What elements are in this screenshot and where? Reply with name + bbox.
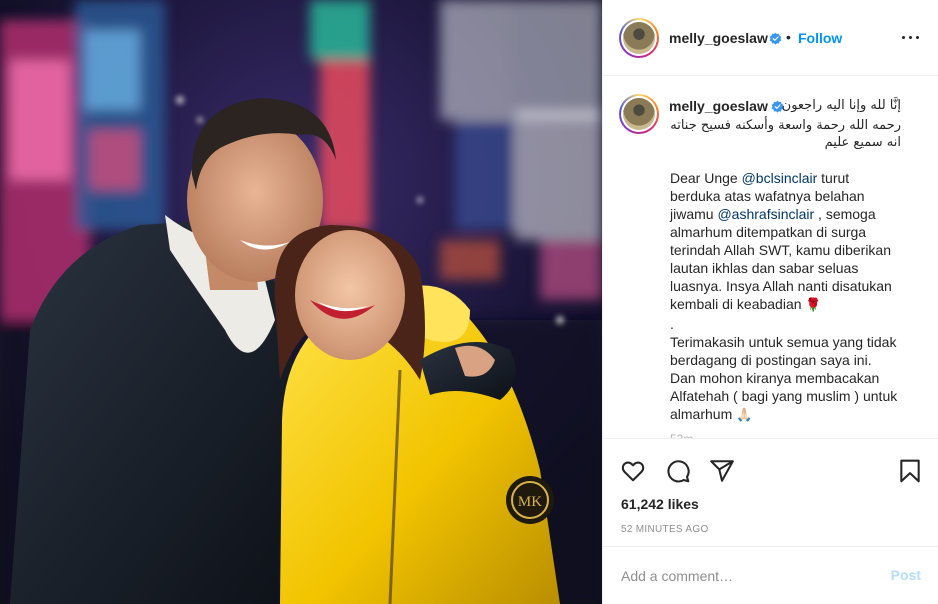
caption-line: turut: [817, 170, 850, 186]
post-header: melly_goeslaw • Follow: [603, 0, 938, 76]
caption-arabic-line: إنَّا لله وإنا اليه راجعون: [781, 98, 901, 113]
caption-line: terindah Allah SWT, kamu diberikan: [670, 242, 891, 258]
post-comment-button[interactable]: Post: [891, 567, 921, 583]
caption-text: Dear Unge @bclsinclair turut berduka ata…: [670, 169, 920, 425]
caption-arabic-line: رحمه الله رحمة واسعة وأسكنه فسيح جناته: [670, 118, 901, 133]
bookmark-icon[interactable]: [897, 458, 923, 484]
pray-emoji: 🙏🏻: [736, 408, 753, 423]
caption-line: Alfatehah ( bagi yang muslim ) untuk: [670, 388, 898, 404]
share-icon[interactable]: [709, 458, 735, 484]
separator-dot: •: [786, 29, 791, 45]
caption-line: berdagang di postingan saya ini.: [670, 352, 872, 368]
caption-author: melly_goeslaw: [669, 98, 784, 116]
caption-timestamp: 52m: [670, 432, 694, 439]
follow-button[interactable]: Follow: [798, 30, 842, 46]
caption-line: .: [670, 316, 674, 332]
post-time-ago[interactable]: 52 MINUTES AGO: [621, 524, 709, 535]
comment-bar: Post: [603, 546, 938, 604]
caption-line: luasnya. Insya Allah nanti disatukan: [670, 278, 892, 294]
comment-input[interactable]: [621, 565, 871, 587]
caption-line: almarhum ditempatkan di surga: [670, 224, 867, 240]
svg-text:MK: MK: [518, 494, 542, 510]
caption-line: , semoga: [814, 206, 876, 222]
caption-line: Dan mohon kiranya membacakan: [670, 370, 880, 386]
author-avatar[interactable]: [619, 18, 659, 58]
caption-line: Terimakasih untuk semua yang tidak: [670, 334, 897, 350]
verified-badge-icon: [769, 32, 782, 45]
caption-line: berduka atas wafatnya belahan: [670, 188, 865, 204]
mention-link[interactable]: @ashrafsinclair: [717, 206, 814, 222]
mention-link[interactable]: @bclsinclair: [742, 170, 818, 186]
more-options-icon[interactable]: [901, 29, 921, 45]
caption-line: almarhum: [670, 406, 737, 422]
caption-line: lautan ikhlas dan sabar seluas: [670, 260, 859, 276]
heart-icon[interactable]: [620, 458, 646, 484]
caption-line: kembali di keabadian: [670, 296, 806, 312]
photo-illustration: MK: [0, 0, 602, 604]
author-username[interactable]: melly_goeslaw: [669, 30, 768, 46]
caption-line: Dear Unge: [670, 170, 742, 186]
comment-icon[interactable]: [665, 458, 691, 484]
caption-scroll-area[interactable]: melly_goeslaw إنَّا لله وإنا اليه راجعون…: [603, 77, 938, 439]
caption-author-avatar[interactable]: [619, 94, 659, 134]
post-actions: 61,242 likes 52 MINUTES AGO: [603, 440, 938, 560]
caption-username[interactable]: melly_goeslaw: [669, 98, 768, 114]
likes-count[interactable]: 61,242 likes: [621, 496, 699, 512]
post-photo[interactable]: MK: [0, 0, 602, 604]
rose-emoji: 🌹: [805, 298, 822, 313]
caption-arabic-line: انه سميع عليم: [824, 135, 901, 150]
post-detail-panel: melly_goeslaw • Follow melly_goeslaw إنَ…: [602, 0, 938, 604]
caption-line: jiwamu: [670, 206, 718, 222]
